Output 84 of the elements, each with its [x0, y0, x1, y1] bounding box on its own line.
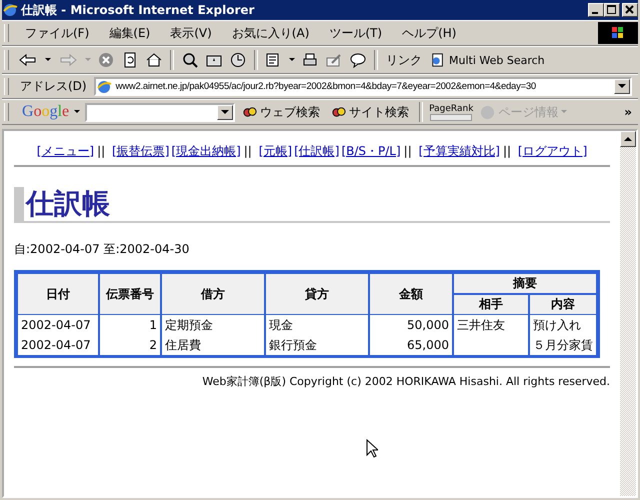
favorite-link[interactable]: Multi Web Search: [427, 53, 549, 67]
up-arrow-icon: [624, 136, 632, 142]
menu-item[interactable]: ヘルプ(H): [394, 24, 464, 42]
nav-link[interactable]: [メニュー]: [36, 144, 94, 158]
links-label: リンク: [385, 52, 423, 68]
pencil-icon: [326, 52, 342, 68]
nav-link[interactable]: [予算実績対比]: [418, 144, 500, 158]
stop-icon: [98, 52, 114, 68]
window-title: 仕訳帳 - Microsoft Internet Explorer: [21, 2, 256, 18]
table-cell: 現金: [265, 315, 369, 335]
windows-logo-icon: [598, 22, 638, 44]
refresh-icon: [122, 52, 138, 68]
minimize-icon: [592, 12, 598, 14]
menu-item[interactable]: 表示(V): [162, 24, 220, 42]
nav-link[interactable]: [振替伝票]: [112, 144, 170, 158]
clock-icon: [230, 52, 246, 68]
vertical-scrollbar[interactable]: [620, 131, 636, 496]
close-icon: [625, 5, 635, 15]
printer-icon: [302, 52, 318, 68]
dropdown-button[interactable]: [217, 104, 234, 120]
table-cell: 50,000: [369, 315, 453, 335]
toolbar-button[interactable]: ウェブ検索: [238, 104, 324, 120]
column-header: 貸方: [265, 273, 369, 315]
search-field[interactable]: [85, 102, 236, 122]
menu-item[interactable]: お気に入り(A): [224, 24, 318, 42]
table-cell: ５月分家賃: [529, 335, 597, 355]
more-button[interactable]: »: [624, 105, 638, 119]
table-cell: 銀行預金: [265, 335, 369, 355]
table-cell: 定期預金: [161, 315, 265, 335]
table-cell: 2: [99, 335, 161, 355]
nav-link[interactable]: [B/S・P/L]: [341, 144, 401, 158]
maximize-icon: [607, 5, 617, 15]
copyright-text: Web家計簿(β版) Copyright (c) 2002 HORIKAWA Hisashi. All rights reserved.: [201, 374, 610, 389]
globe-icon: [96, 78, 112, 94]
home-icon: [146, 52, 162, 68]
minimize-button[interactable]: [588, 3, 604, 17]
table-cell: 2002-04-07: [17, 315, 99, 335]
column-header: 日付: [17, 273, 99, 315]
scroll-up-button[interactable]: [620, 131, 636, 147]
column-header: 摘要: [453, 273, 597, 294]
table-cell: 65,000: [369, 335, 453, 355]
page-icon: [431, 53, 445, 67]
column-header: 金額: [369, 273, 453, 315]
nav-link[interactable]: [現金出納帳]: [171, 144, 241, 158]
table-cell: 1: [99, 315, 161, 335]
table-cell: 2002-04-07: [17, 335, 99, 355]
globe-icon: [2, 2, 18, 18]
nav-link[interactable]: [ログアウト]: [518, 144, 588, 158]
caret-icon: [618, 84, 626, 89]
separator-text: ||: [502, 144, 512, 158]
column-header: 内容: [529, 294, 597, 315]
address-label: アドレス(D): [19, 78, 88, 95]
separator-text: ||: [404, 144, 412, 158]
separator-text: ||: [244, 144, 252, 158]
nav-link[interactable]: [元帳]: [258, 144, 292, 158]
nav-link[interactable]: [仕訳帳]: [294, 144, 340, 158]
speech-bubble-icon: [350, 52, 366, 68]
menu-item[interactable]: ツール(T): [321, 24, 390, 42]
table-cell: 三井住友: [453, 315, 529, 335]
table-cell: 住居費: [161, 335, 265, 355]
dropdown-button[interactable]: [614, 79, 630, 94]
caret-icon: [221, 110, 230, 114]
dropdown-arrow-icon[interactable]: [289, 58, 295, 62]
close-button[interactable]: [622, 3, 638, 17]
forward-arrow-icon: [58, 52, 78, 68]
page-heading: 仕訳帳: [14, 187, 610, 223]
column-header: 借方: [161, 273, 265, 315]
pagerank-meter: PageRank: [429, 104, 474, 120]
search-icon: [182, 52, 198, 68]
menu-item[interactable]: 編集(E): [101, 24, 158, 42]
mouse-pointer-icon: [366, 439, 378, 458]
table-cell: 預け入れ: [529, 315, 597, 335]
date-range-text: 自:2002-04-07 至:2002-04-30: [14, 241, 190, 258]
dropdown-arrow-icon[interactable]: [74, 110, 80, 114]
address-field[interactable]: www2.airnet.ne.jp/pak04955/ac/jour2.rb?byear=2002&bmon=4&bday=7&eyear=2002&emon=4&eday=30: [94, 77, 632, 96]
column-header: 伝票番号: [99, 273, 161, 315]
caret-icon: [561, 110, 568, 114]
toolbar-button[interactable]: サイト検索: [327, 104, 414, 120]
dropdown-arrow-icon[interactable]: [45, 58, 51, 62]
column-header: 相手: [453, 294, 529, 315]
separator-text: ||: [97, 144, 106, 158]
menu-item[interactable]: ファイル(F): [17, 24, 98, 42]
maximize-button[interactable]: [604, 3, 620, 17]
back-arrow-icon: [18, 52, 38, 68]
